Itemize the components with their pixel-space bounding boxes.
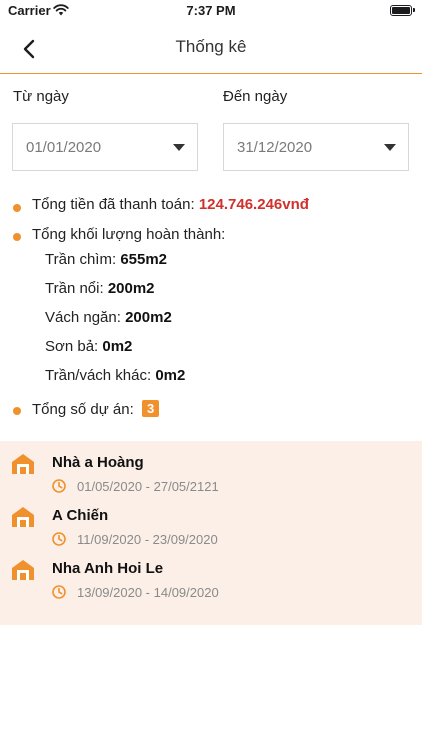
- status-bar: Carrier 7:37 PM: [0, 0, 422, 24]
- project-dates: 01/05/2020 - 27/05/2121: [77, 479, 219, 494]
- home-icon: [12, 560, 34, 580]
- project-name: Nha Anh Hoi Le: [52, 560, 164, 577]
- total-projects-label: Tổng số dự án:: [32, 401, 134, 418]
- from-date-picker[interactable]: 01/01/2020: [12, 123, 198, 171]
- total-paid-label: Tổng tiền đã thanh toán:: [32, 196, 195, 213]
- navigation-bar: Thống kê: [0, 24, 422, 74]
- caret-down-icon: [384, 144, 396, 151]
- volume-item: Trần/vách khác: 0m2: [45, 367, 186, 384]
- to-date-label: Đến ngày: [223, 88, 288, 105]
- clock-time: 7:37 PM: [186, 3, 236, 18]
- battery-icon: [390, 5, 415, 16]
- project-item[interactable]: Nha Anh Hoi Le 13/09/2020 - 14/09/2020: [0, 547, 422, 600]
- total-paid-line: Tổng tiền đã thanh toán: 124.746.246vnđ: [32, 196, 309, 213]
- clock-icon: [52, 532, 66, 546]
- volume-item: Trần nổi: 200m2: [45, 280, 155, 297]
- to-date-value: 31/12/2020: [237, 139, 313, 156]
- project-name: Nhà a Hoàng: [52, 454, 144, 471]
- volume-item: Sơn bả: 0m2: [45, 338, 133, 355]
- total-paid-value: 124.746.246vnđ: [198, 196, 309, 213]
- from-date-value: 01/01/2020: [26, 139, 102, 156]
- page-title: Thống kê: [175, 37, 247, 56]
- volume-item: Trần chìm: 655m2: [45, 251, 168, 268]
- project-dates: 11/09/2020 - 23/09/2020: [77, 532, 218, 547]
- caret-down-icon: [173, 144, 185, 151]
- bullet-dot: [13, 407, 21, 415]
- total-projects-line: Tổng số dự án: 3: [32, 400, 160, 418]
- bullet-dot: [13, 233, 21, 241]
- home-icon: [12, 454, 34, 474]
- volume-item: Vách ngăn: 200m2: [45, 309, 172, 326]
- projects-count-badge: 3: [141, 400, 160, 417]
- from-date-label: Từ ngày: [13, 88, 69, 105]
- clock-icon: [52, 479, 66, 493]
- project-item[interactable]: Nhà a Hoàng 01/05/2020 - 27/05/2121: [0, 441, 422, 494]
- project-list: Nhà a Hoàng 01/05/2020 - 27/05/2121 A Ch…: [0, 441, 422, 625]
- clock-icon: [52, 585, 66, 599]
- project-name: A Chiến: [52, 507, 109, 524]
- bullet-dot: [13, 204, 21, 212]
- total-volume-label: Tổng khối lượng hoàn thành:: [32, 226, 226, 243]
- project-dates: 13/09/2020 - 14/09/2020: [77, 585, 219, 600]
- home-icon: [12, 507, 34, 527]
- to-date-picker[interactable]: 31/12/2020: [223, 123, 409, 171]
- project-item[interactable]: A Chiến 11/09/2020 - 23/09/2020: [0, 494, 422, 547]
